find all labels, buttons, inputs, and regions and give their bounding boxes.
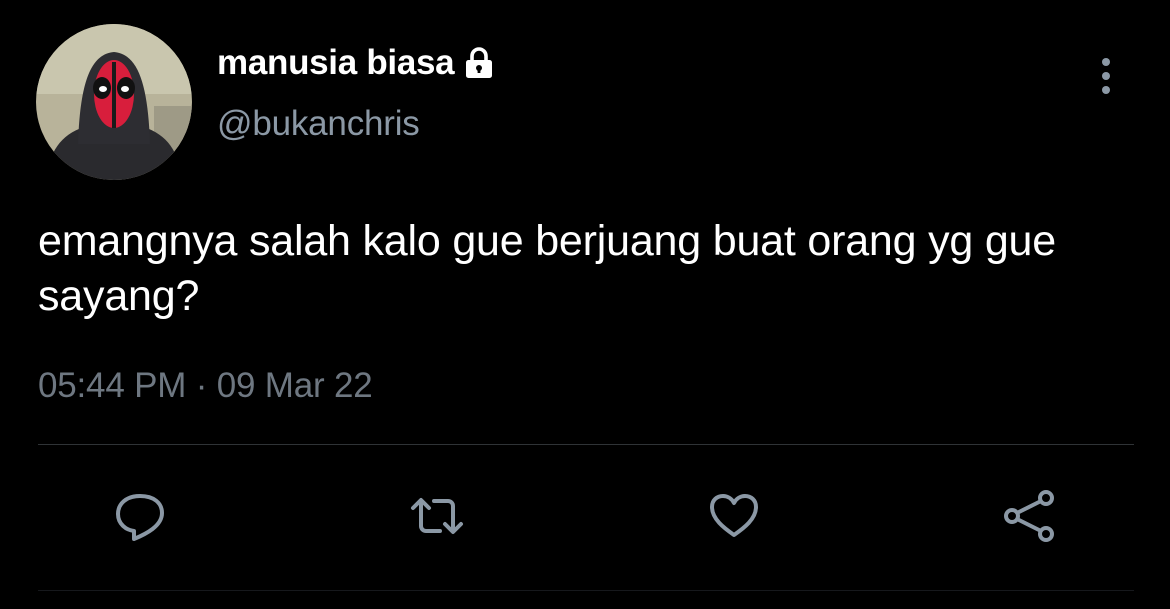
- more-options-button[interactable]: [1092, 56, 1120, 96]
- lock-icon: [462, 46, 496, 80]
- share-icon: [1004, 490, 1054, 542]
- tweet-text: emangnya salah kalo gue berjuang buat or…: [38, 217, 1056, 320]
- divider: [38, 444, 1134, 445]
- author-handle[interactable]: @bukanchris: [217, 104, 420, 144]
- display-name[interactable]: manusia biasa: [217, 43, 455, 83]
- heart-icon: [710, 494, 758, 537]
- share-button[interactable]: [1000, 486, 1060, 546]
- tweet-timestamp[interactable]: 05:44 PM · 09 Mar 22: [38, 366, 373, 406]
- more-vertical-icon: [1102, 58, 1110, 94]
- avatar[interactable]: [36, 24, 192, 180]
- author-name-row[interactable]: manusia biasa: [217, 40, 496, 86]
- avatar-image: [36, 24, 192, 180]
- reply-button[interactable]: [110, 486, 170, 546]
- reply-icon: [116, 494, 164, 541]
- retweet-button[interactable]: [407, 486, 467, 546]
- retweet-icon: [411, 498, 463, 534]
- bottom-divider: [38, 590, 1134, 591]
- like-button[interactable]: [704, 486, 764, 546]
